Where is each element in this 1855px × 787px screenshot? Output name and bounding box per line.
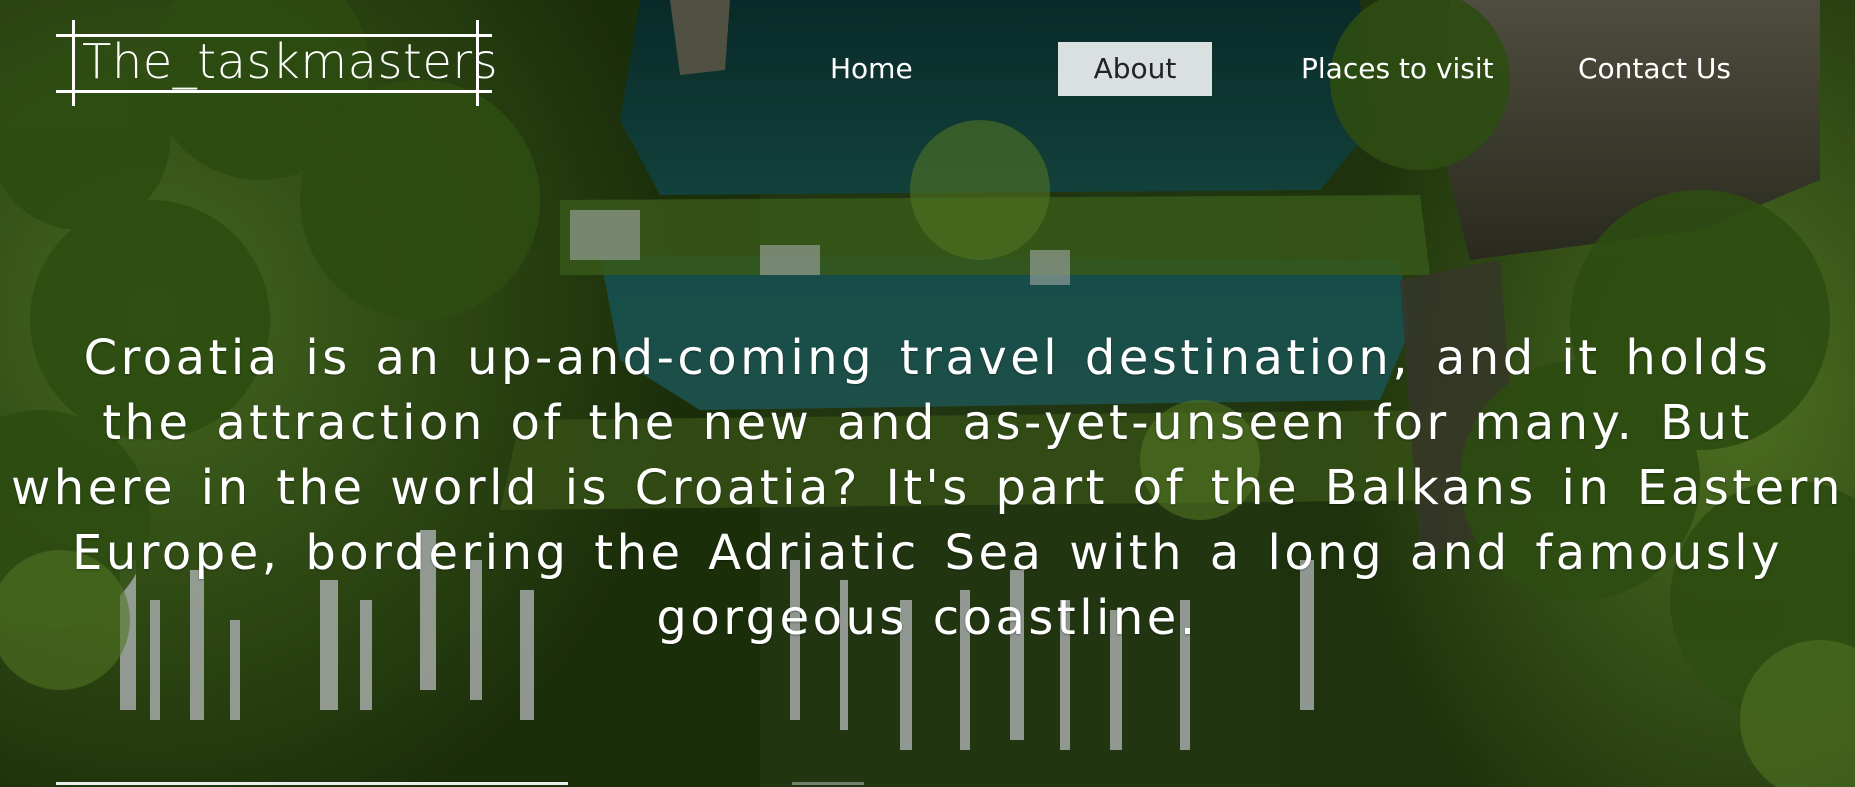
hero-headline: Croatia is an up-and-coming travel desti… xyxy=(0,326,1855,651)
nav-contact-us[interactable]: Contact Us xyxy=(1578,42,1748,96)
nav-places-to-visit[interactable]: Places to visit xyxy=(1301,42,1501,96)
divider xyxy=(56,782,568,785)
hero-line: gorgeous coastline. xyxy=(656,590,1199,646)
main-nav: Home About Places to visit Contact Us xyxy=(0,42,1855,98)
hero-line: Europe, bordering the Adriatic Sea with … xyxy=(72,525,1783,581)
divider xyxy=(792,782,864,785)
nav-home[interactable]: Home xyxy=(830,42,930,96)
hero-line: where in the world is Croatia? It's part… xyxy=(11,460,1844,516)
nav-about[interactable]: About xyxy=(1058,42,1212,96)
hero-line: Croatia is an up-and-coming travel desti… xyxy=(83,330,1772,386)
hero-line: the attraction of the new and as-yet-uns… xyxy=(102,395,1753,451)
